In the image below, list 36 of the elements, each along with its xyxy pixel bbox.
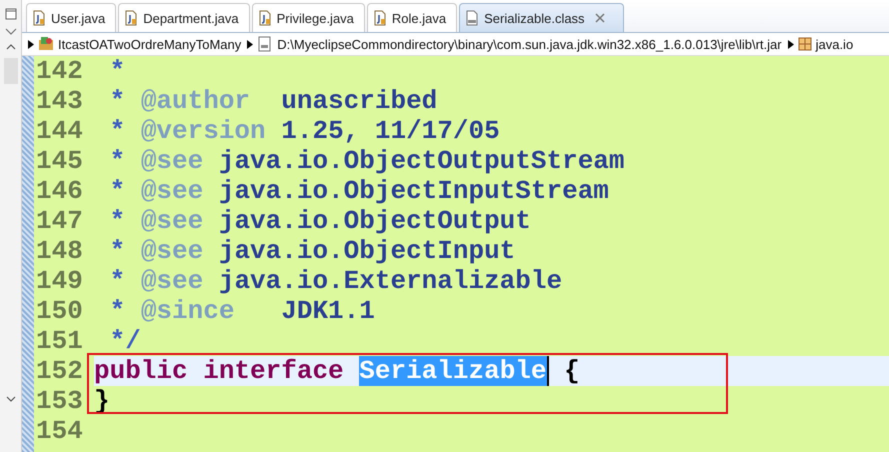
code-line: *	[108, 56, 126, 86]
editor-tab[interactable]: Serializable.class	[459, 3, 624, 32]
code-line: * @see java.io.ObjectInputStream	[108, 176, 609, 206]
editor-tab[interactable]: Privilege.java	[252, 3, 365, 32]
java-file-icon	[372, 10, 388, 26]
breadcrumb-item[interactable]: D:\MyeclipseCommondirectory\binary\com.sun.java.jdk.win32.x86_1.6.0.013\jre\lib\rt.jar	[277, 36, 782, 52]
java-file-icon	[123, 10, 140, 26]
package-icon	[798, 37, 812, 51]
code-line: */	[108, 326, 141, 356]
dropdown-icon[interactable]	[4, 28, 16, 36]
breadcrumb-item[interactable]: java.io	[816, 36, 854, 52]
java-file-icon	[256, 10, 273, 26]
scroll-up-icon[interactable]	[6, 44, 16, 50]
java-file-icon	[31, 10, 47, 26]
breadcrumb-arrow-icon	[788, 40, 794, 48]
code-line: * @since JDK1.1	[108, 296, 375, 326]
scroll-down-icon[interactable]	[6, 396, 16, 402]
code-line: * @author unascribed	[108, 86, 438, 116]
breadcrumb-arrow-icon	[247, 40, 254, 48]
breadcrumb-item[interactable]: ItcastOATwoOrdreManyToMany	[58, 36, 242, 52]
project-icon	[38, 36, 54, 52]
editor-tab[interactable]: User.java	[26, 3, 116, 32]
code-line: public interface Serializable {	[94, 356, 580, 386]
restore-icon[interactable]	[4, 8, 16, 20]
close-icon[interactable]	[594, 13, 605, 23]
editor-tab[interactable]: Role.java	[366, 3, 458, 32]
code-line: * @version 1.25, 11/17/05	[108, 116, 500, 146]
editor-tab[interactable]: Department.java	[118, 3, 250, 32]
line-number: 152	[34, 356, 94, 386]
jar-icon	[257, 36, 274, 52]
code-line: * @see java.io.ObjectInput	[108, 236, 516, 266]
code-line: * @see java.io.ObjectOutputStream	[108, 146, 625, 176]
code-line: * @see java.io.Externalizable	[108, 266, 562, 296]
code-line: * @see java.io.ObjectOutput	[108, 206, 531, 236]
breadcrumb-arrow-icon	[28, 40, 34, 48]
class-file-icon	[464, 10, 480, 26]
